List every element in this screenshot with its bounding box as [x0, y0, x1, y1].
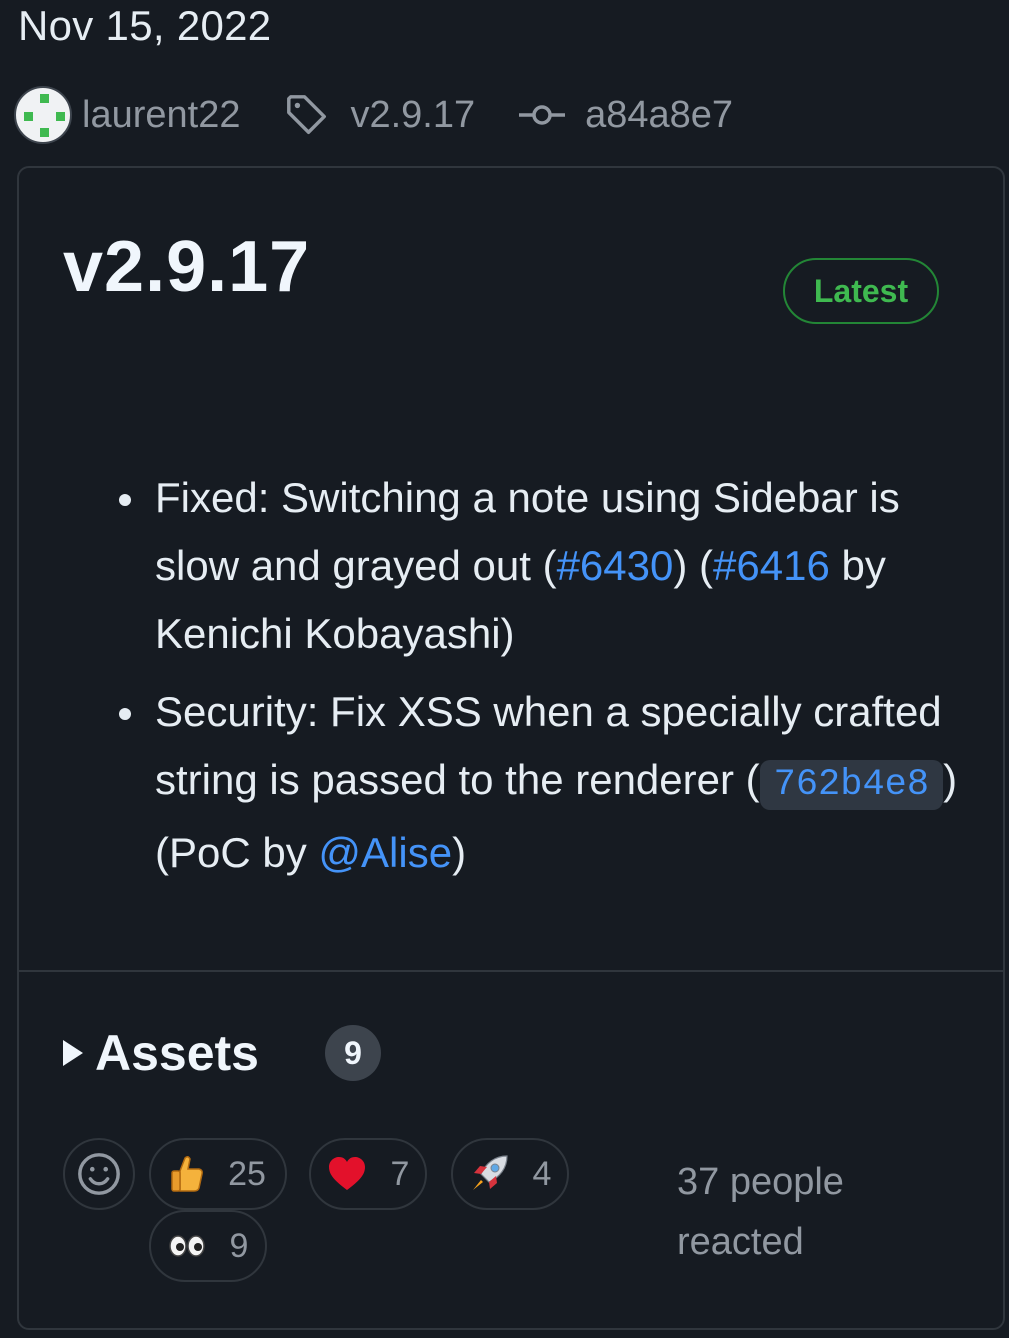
commit-code-link[interactable]: 762b4e8	[759, 760, 944, 810]
rocket-icon	[472, 1155, 508, 1190]
reaction-count: 7	[390, 1154, 410, 1193]
reactions-summary[interactable]: 37 people reacted	[677, 1152, 897, 1272]
release-notes: Fixed: Switching a note using Sidebar is…	[119, 464, 975, 897]
list-item: Security: Fix XSS when a specially craft…	[119, 678, 975, 887]
commit-link[interactable]: a84a8e7	[585, 94, 733, 137]
reaction-count: 4	[532, 1154, 552, 1193]
assets-toggle[interactable]: Assets 9	[63, 1024, 381, 1082]
thumbs-up-icon	[171, 1155, 204, 1192]
reaction-eyes-button[interactable]: 9	[149, 1210, 267, 1282]
tag-icon	[284, 92, 330, 138]
tag-link[interactable]: v2.9.17	[350, 94, 475, 137]
avatar[interactable]	[14, 86, 72, 144]
list-item: Fixed: Switching a note using Sidebar is…	[119, 464, 975, 668]
reaction-heart-button[interactable]: 7	[309, 1138, 427, 1210]
user-mention-link[interactable]: @Alise	[318, 829, 452, 876]
reaction-count: 25	[228, 1154, 266, 1193]
reaction-thumbs-up-button[interactable]: 25	[149, 1138, 287, 1210]
add-reaction-button[interactable]	[63, 1138, 135, 1210]
reaction-count: 9	[229, 1226, 249, 1265]
reaction-rocket-button[interactable]: 4	[451, 1138, 569, 1210]
issue-link-6416[interactable]: #6416	[713, 542, 830, 589]
release-title[interactable]: v2.9.17	[63, 226, 310, 308]
heart-icon	[328, 1157, 365, 1190]
assets-label: Assets	[95, 1025, 259, 1081]
note-text: ) (	[673, 542, 714, 589]
release-card: v2.9.17 Latest Fixed: Switching a note u…	[17, 166, 1005, 1330]
assets-count-badge: 9	[325, 1025, 381, 1081]
author-link[interactable]: laurent22	[82, 94, 240, 137]
latest-badge: Latest	[783, 258, 939, 324]
smiley-icon	[78, 1153, 120, 1195]
expand-triangle-icon	[63, 1040, 83, 1066]
issue-link-6430[interactable]: #6430	[557, 542, 674, 589]
divider	[19, 970, 1003, 972]
note-text: )	[452, 829, 467, 876]
eyes-icon	[168, 1235, 205, 1257]
commit-icon	[519, 100, 566, 130]
release-date: Nov 15, 2022	[18, 2, 272, 49]
release-meta: laurent22 v2.9.17 a84a8e7	[14, 84, 733, 146]
